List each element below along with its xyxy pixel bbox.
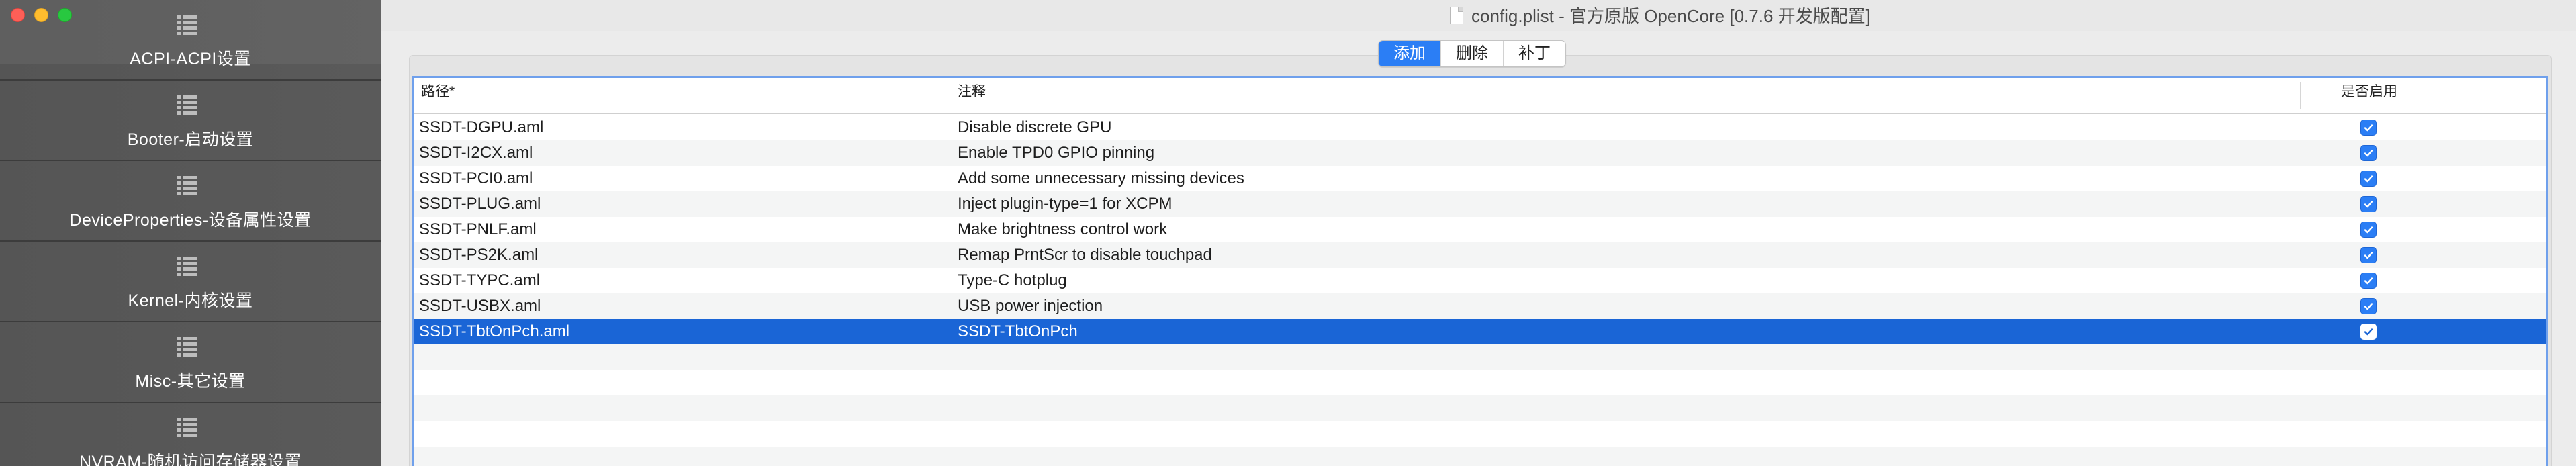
zoom-window-button[interactable] — [58, 8, 72, 22]
list-icon — [177, 337, 197, 357]
checkmark-icon — [2364, 277, 2373, 285]
path-cell[interactable]: SSDT-USBX.aml — [419, 293, 541, 319]
checkmark-icon — [2364, 303, 2373, 310]
column-divider[interactable] — [2300, 82, 2301, 109]
minimize-window-button[interactable] — [34, 8, 48, 22]
list-icon — [177, 15, 197, 36]
checkmark-icon — [2364, 201, 2373, 208]
path-cell[interactable]: SSDT-I2CX.aml — [419, 140, 533, 166]
action-segmented-control: 添加 删除 补丁 — [1378, 40, 1566, 67]
delete-tab[interactable]: 删除 — [1440, 41, 1503, 66]
enabled-checkbox[interactable] — [2360, 247, 2377, 263]
document-icon — [1450, 6, 1463, 24]
comment-cell[interactable]: USB power injection — [958, 293, 1103, 319]
sidebar-item-label: DeviceProperties-设备属性设置 — [69, 211, 312, 230]
acpi-add-table[interactable]: 路径* 注释 是否启用 SSDT-DGPU.aml Disable discret… — [412, 76, 2548, 466]
checkmark-icon — [2364, 328, 2373, 336]
window-title: config.plist - 官方原版 OpenCore [0.7.6 开发版配… — [1450, 3, 1870, 28]
column-header-comment[interactable]: 注释 — [958, 81, 986, 101]
enabled-checkbox[interactable] — [2360, 120, 2377, 136]
comment-cell[interactable]: Remap PrntScr to disable touchpad — [958, 242, 1212, 268]
empty-table-row — [414, 447, 2546, 466]
empty-table-row — [414, 344, 2546, 370]
checkmark-icon — [2364, 150, 2373, 157]
close-window-button[interactable] — [11, 8, 25, 22]
sidebar-item-label: Kernel-内核设置 — [128, 291, 253, 310]
sidebar-item-deviceproperties[interactable]: DeviceProperties-设备属性设置 — [0, 161, 381, 242]
checkmark-icon — [2364, 124, 2373, 132]
column-header-path[interactable]: 路径* — [421, 81, 455, 101]
path-cell[interactable]: SSDT-PCI0.aml — [419, 166, 533, 191]
sidebar-item-booter[interactable]: Booter-启动设置 — [0, 81, 381, 161]
table-row[interactable]: SSDT-TbtOnPch.aml SSDT-TbtOnPch — [414, 319, 2546, 344]
path-cell[interactable]: SSDT-PLUG.aml — [419, 191, 541, 217]
empty-table-row — [414, 395, 2546, 421]
table-row[interactable]: SSDT-PCI0.aml Add some unnecessary missin… — [414, 166, 2546, 191]
comment-cell[interactable]: Enable TPD0 GPIO pinning — [958, 140, 1154, 166]
title-bar: config.plist - 官方原版 OpenCore [0.7.6 开发版配… — [381, 0, 2576, 31]
list-icon — [177, 418, 197, 438]
path-cell[interactable]: SSDT-PNLF.aml — [419, 217, 537, 242]
path-cell[interactable]: SSDT-PS2K.aml — [419, 242, 538, 268]
table-row[interactable]: SSDT-PLUG.aml Inject plugin-type=1 for XC… — [414, 191, 2546, 217]
table-row[interactable]: SSDT-USBX.aml USB power injection — [414, 293, 2546, 319]
comment-cell[interactable]: SSDT-TbtOnPch — [958, 319, 1078, 344]
comment-cell[interactable]: Inject plugin-type=1 for XCPM — [958, 191, 1172, 217]
sidebar-item-label: NVRAM-随机访问存储器设置 — [79, 453, 302, 466]
path-cell[interactable]: SSDT-TYPC.aml — [419, 268, 540, 293]
checkmark-icon — [2364, 226, 2373, 234]
table-row[interactable]: SSDT-TYPC.aml Type-C hotplug — [414, 268, 2546, 293]
enabled-checkbox[interactable] — [2360, 324, 2377, 340]
sidebar-item-misc[interactable]: Misc-其它设置 — [0, 322, 381, 403]
enabled-checkbox[interactable] — [2360, 196, 2377, 212]
enabled-checkbox[interactable] — [2360, 171, 2377, 187]
sidebar-item-nvram[interactable]: NVRAM-随机访问存储器设置 — [0, 403, 381, 466]
enabled-checkbox[interactable] — [2360, 298, 2377, 314]
window-title-text: config.plist - 官方原版 OpenCore [0.7.6 开发版配… — [1471, 6, 1870, 26]
path-cell[interactable]: SSDT-DGPU.aml — [419, 115, 543, 140]
empty-table-row — [414, 421, 2546, 447]
table-row[interactable]: SSDT-DGPU.aml Disable discrete GPU — [414, 115, 2546, 140]
checkmark-icon — [2364, 252, 2373, 259]
comment-cell[interactable]: Disable discrete GPU — [958, 115, 1111, 140]
sidebar-item-kernel[interactable]: Kernel-内核设置 — [0, 242, 381, 322]
list-icon — [177, 95, 197, 115]
patch-tab[interactable]: 补丁 — [1503, 41, 1565, 66]
add-tab[interactable]: 添加 — [1379, 41, 1440, 66]
table-row[interactable]: SSDT-PS2K.aml Remap PrntScr to disable to… — [414, 242, 2546, 268]
list-icon — [177, 176, 197, 196]
window-controls — [11, 8, 72, 22]
checkmark-icon — [2364, 175, 2373, 183]
comment-cell[interactable]: Make brightness control work — [958, 217, 1167, 242]
sidebar-item-label: Misc-其它设置 — [135, 372, 246, 391]
sidebar: ACPI-ACPI设置 Booter-启动设置 DeviceProperties… — [0, 0, 381, 466]
sidebar-item-label: Booter-启动设置 — [127, 130, 254, 149]
comment-cell[interactable]: Type-C hotplug — [958, 268, 1067, 293]
sidebar-item-label: ACPI-ACPI设置 — [130, 50, 251, 68]
enabled-checkbox[interactable] — [2360, 273, 2377, 289]
table-header: 路径* 注释 是否启用 — [414, 78, 2546, 114]
table-row[interactable]: SSDT-I2CX.aml Enable TPD0 GPIO pinning — [414, 140, 2546, 166]
empty-table-row — [414, 370, 2546, 395]
path-cell[interactable]: SSDT-TbtOnPch.aml — [419, 319, 569, 344]
enabled-checkbox[interactable] — [2360, 222, 2377, 238]
column-header-enabled[interactable]: 是否启用 — [2341, 81, 2397, 101]
list-icon — [177, 257, 197, 277]
enabled-checkbox[interactable] — [2360, 145, 2377, 161]
comment-cell[interactable]: Add some unnecessary missing devices — [958, 166, 1244, 191]
table-row[interactable]: SSDT-PNLF.aml Make brightness control wor… — [414, 217, 2546, 242]
